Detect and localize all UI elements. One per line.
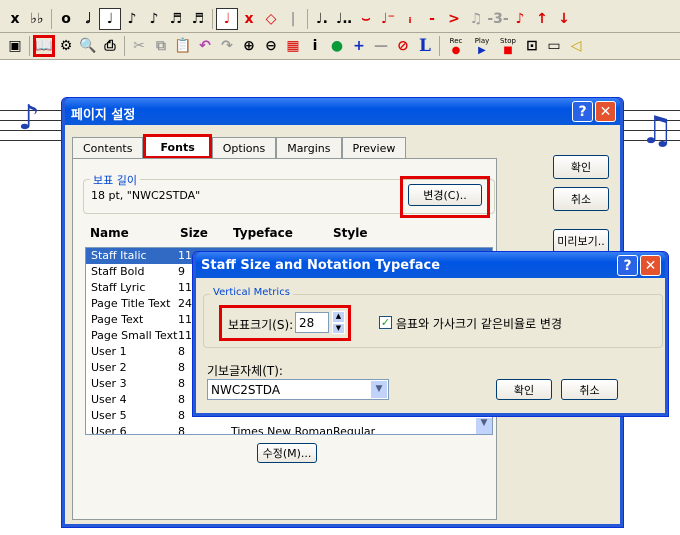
remove-staff-icon[interactable]: — xyxy=(370,35,392,57)
help-button[interactable]: ? xyxy=(617,255,638,276)
double-flat-icon[interactable]: ♭♭ xyxy=(26,8,48,30)
info-icon[interactable]: i xyxy=(304,35,326,57)
sixteenth-note-icon[interactable]: ♪ xyxy=(143,8,165,30)
typeface-label: 기보글자체(T): xyxy=(207,364,283,378)
triplet-icon[interactable]: -3- xyxy=(487,8,509,30)
tab-options[interactable]: Options xyxy=(211,137,277,159)
beamed-notes-icon: ♫ xyxy=(640,108,675,152)
staccato-icon[interactable]: ᵢ xyxy=(399,8,421,30)
proportional-checkbox-label[interactable]: 음표와 가사크기 같은비율로 변경 xyxy=(396,315,562,332)
whole-note-icon[interactable]: o xyxy=(55,8,77,30)
eighth-note-icon[interactable]: ♪ xyxy=(121,8,143,30)
layer-icon[interactable]: L xyxy=(414,35,436,57)
staff-size-titlebar: Staff Size and Notation Typeface ? ✕ xyxy=(196,252,665,278)
tenuto-icon[interactable]: - xyxy=(421,8,443,30)
record-button[interactable]: Rec ● xyxy=(443,35,469,57)
cancel-button[interactable]: 취소 xyxy=(553,187,609,211)
tab-preview[interactable]: Preview xyxy=(341,137,407,159)
main-toolbar: ▣ 📖 ⚙ 🔍 ⎙ ✂ ⧉ 📋 ↶ ↷ ⊕ ⊖ ▦ i ● + — ⊘ L Re… xyxy=(0,33,680,60)
notation-toolbar: x ♭♭ o 𝅗𝅥 ♩ ♪ ♪ ♬ ♬ ♩ x ◇ | ♩. ♩‥ ⌣ ♩⁻ ᵢ… xyxy=(0,0,680,33)
print-icon[interactable]: ⎙ xyxy=(99,35,121,57)
slur-icon[interactable]: ♩⁻ xyxy=(377,8,399,30)
keyboard-icon[interactable]: ▭ xyxy=(543,35,565,57)
copy-icon[interactable]: ⧉ xyxy=(150,35,172,57)
scroll-down-icon[interactable]: ▼ xyxy=(476,418,492,434)
diamond-notehead-icon[interactable]: ◇ xyxy=(260,8,282,30)
64th-note-icon[interactable]: ♬ xyxy=(187,8,209,30)
windows-icon[interactable]: ▦ xyxy=(282,35,304,57)
metronome-icon[interactable]: ⊡ xyxy=(521,35,543,57)
tab-fonts[interactable]: Fonts xyxy=(143,134,212,159)
save-all-icon[interactable]: ▣ xyxy=(4,35,26,57)
ok-button[interactable]: 확인 xyxy=(496,379,552,400)
print-preview-icon[interactable]: 🔍 xyxy=(77,35,99,57)
column-headers: Name Size Typeface Style xyxy=(90,226,368,240)
paste-icon[interactable]: 📋 xyxy=(172,35,194,57)
list-item[interactable]: User 6 8 Times New Roman Regular xyxy=(86,424,492,434)
dot-icon[interactable]: ♩. xyxy=(311,8,333,30)
stem-up-icon[interactable]: ↑ xyxy=(531,8,553,30)
play-button[interactable]: Play ▶ xyxy=(469,35,495,57)
x-notehead-icon[interactable]: x xyxy=(238,8,260,30)
properties-icon[interactable]: ⚙ xyxy=(55,35,77,57)
accent-icon[interactable]: > xyxy=(443,8,465,30)
staff-size-label: 보표크기(S): xyxy=(228,318,294,332)
staff-size-input[interactable]: 28 xyxy=(295,312,329,333)
proportional-checkbox[interactable]: ✓ xyxy=(379,316,392,329)
mute-icon[interactable]: ⊘ xyxy=(392,35,414,57)
grace-note-icon[interactable]: ♪ xyxy=(509,8,531,30)
close-button[interactable]: ✕ xyxy=(640,255,661,276)
half-note-icon[interactable]: 𝅗𝅥 xyxy=(77,8,99,30)
speaker-icon[interactable]: ◁ xyxy=(565,35,587,57)
add-staff-icon[interactable]: + xyxy=(348,35,370,57)
double-dot-icon[interactable]: ♩‥ xyxy=(333,8,355,30)
modify-button[interactable]: 수정(M)... xyxy=(257,443,317,463)
page-setup-book-icon[interactable]: 📖 xyxy=(33,35,55,57)
spin-up-icon[interactable]: ▲ xyxy=(332,311,345,323)
beam-icon[interactable]: ♫ xyxy=(465,8,487,30)
globe-icon[interactable]: ● xyxy=(326,35,348,57)
normal-notehead-icon[interactable]: ♩ xyxy=(216,8,238,30)
change-button[interactable]: 변경(C).. xyxy=(408,184,482,206)
preview-button[interactable]: 미리보기.. xyxy=(553,229,609,253)
tie-icon[interactable]: ⌣ xyxy=(355,8,377,30)
close-button[interactable]: ✕ xyxy=(595,101,616,122)
help-button[interactable]: ? xyxy=(572,101,593,122)
spin-down-icon[interactable]: ▼ xyxy=(332,322,345,334)
tab-margins[interactable]: Margins xyxy=(276,137,342,159)
staff-font-value: 18 pt, "NWC2STDA" xyxy=(91,189,201,202)
stem-icon[interactable]: | xyxy=(282,8,304,30)
stem-down-icon[interactable]: ↓ xyxy=(553,8,575,30)
staff-size-dialog: Staff Size and Notation Typeface ? ✕ Ver… xyxy=(192,251,669,417)
page-setup-titlebar: 페이지 설정 ? ✕ xyxy=(65,98,620,125)
cancel-button[interactable]: 취소 xyxy=(561,379,618,400)
eighth-note-icon: ♪ xyxy=(18,98,40,138)
redo-icon[interactable]: ↷ xyxy=(216,35,238,57)
chevron-down-icon[interactable]: ▼ xyxy=(371,381,387,398)
stop-button[interactable]: Stop ■ xyxy=(495,35,521,57)
typeface-select[interactable]: NWC2STDA ▼ xyxy=(207,379,389,400)
undo-icon[interactable]: ↶ xyxy=(194,35,216,57)
ok-button[interactable]: 확인 xyxy=(553,155,609,179)
tab-contents[interactable]: Contents xyxy=(72,137,144,159)
32nd-note-icon[interactable]: ♬ xyxy=(165,8,187,30)
cut-icon[interactable]: ✂ xyxy=(128,35,150,57)
quarter-note-icon[interactable]: ♩ xyxy=(99,8,121,30)
zoom-in-icon[interactable]: ⊕ xyxy=(238,35,260,57)
natural-x-icon[interactable]: x xyxy=(4,8,26,30)
zoom-out-icon[interactable]: ⊖ xyxy=(260,35,282,57)
tab-bar: Contents Fonts Options Margins Preview xyxy=(72,134,407,159)
staff-size-spinner[interactable]: ▲ ▼ xyxy=(332,311,345,334)
